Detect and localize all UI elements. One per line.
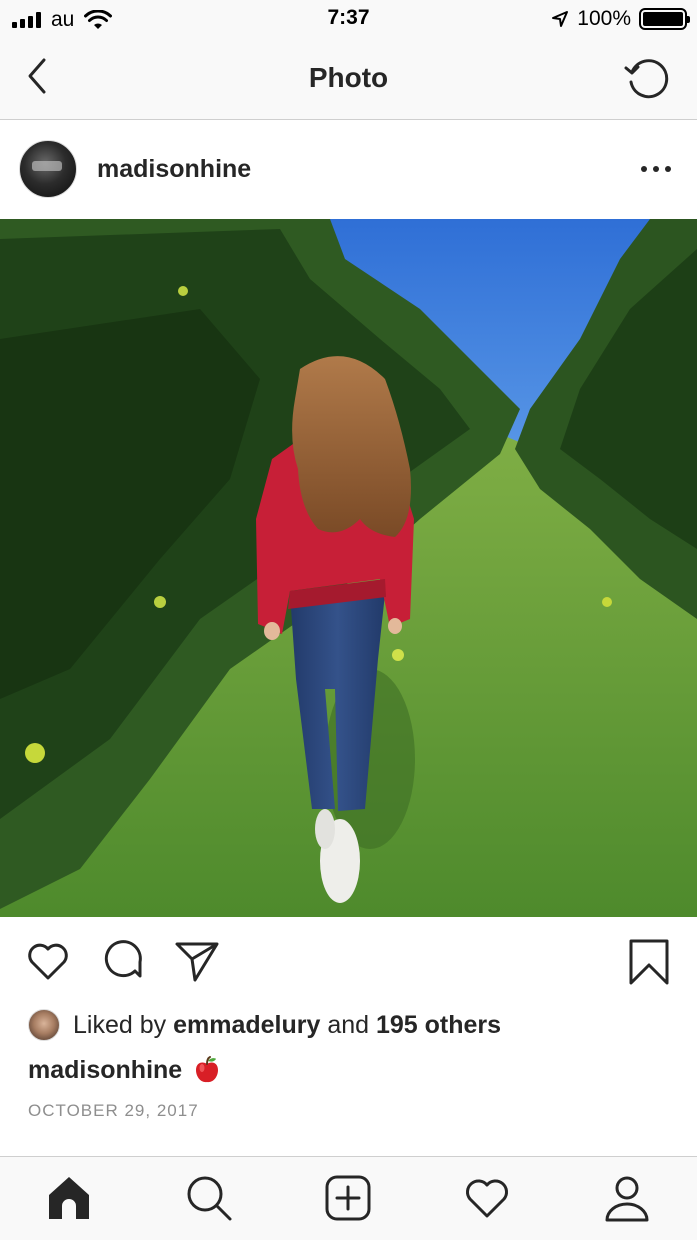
liker-username[interactable]: emmadelury — [173, 1011, 320, 1039]
post-header: madisonhine — [0, 121, 697, 219]
bookmark-icon[interactable] — [625, 937, 673, 985]
profile-icon[interactable] — [602, 1173, 652, 1223]
send-icon[interactable] — [173, 937, 221, 985]
likes-text: Liked by emmadelury and 195 others — [73, 1011, 501, 1040]
more-dots-icon[interactable] — [641, 159, 671, 179]
home-icon[interactable] — [44, 1173, 94, 1223]
battery-percent: 100% — [577, 7, 631, 30]
search-icon[interactable] — [184, 1173, 234, 1223]
battery-icon — [639, 8, 690, 30]
heart-icon[interactable] — [24, 937, 72, 985]
likes-others[interactable]: 195 others — [376, 1011, 501, 1039]
caption-username[interactable]: madisonhine — [28, 1056, 182, 1085]
likes-row: Liked by emmadelury and 195 others — [28, 1008, 501, 1042]
tab-bar — [0, 1156, 697, 1240]
status-bar: au 7:37 100% — [0, 0, 697, 40]
comment-icon[interactable] — [99, 937, 147, 985]
post-username[interactable]: madisonhine — [97, 155, 251, 184]
liker-avatar[interactable] — [28, 1009, 60, 1041]
activity-heart-icon[interactable] — [462, 1173, 512, 1223]
likes-connector: and — [327, 1010, 370, 1039]
red-apple-emoji-icon — [196, 1056, 219, 1083]
post-actions — [0, 917, 697, 1007]
add-post-icon[interactable] — [323, 1173, 373, 1223]
post-photo[interactable] — [0, 219, 697, 917]
caption: madisonhine — [28, 1055, 222, 1085]
avatar[interactable] — [19, 140, 77, 198]
location-arrow-icon — [552, 11, 569, 27]
likes-prefix: Liked by — [73, 1010, 167, 1039]
nav-header: Photo — [0, 40, 697, 120]
status-right: 100% — [551, 7, 690, 31]
post-date: OCTOBER 29, 2017 — [28, 1101, 199, 1120]
refresh-icon[interactable] — [623, 54, 671, 102]
post-photo-image — [0, 219, 697, 917]
page-title: Photo — [308, 62, 389, 93]
